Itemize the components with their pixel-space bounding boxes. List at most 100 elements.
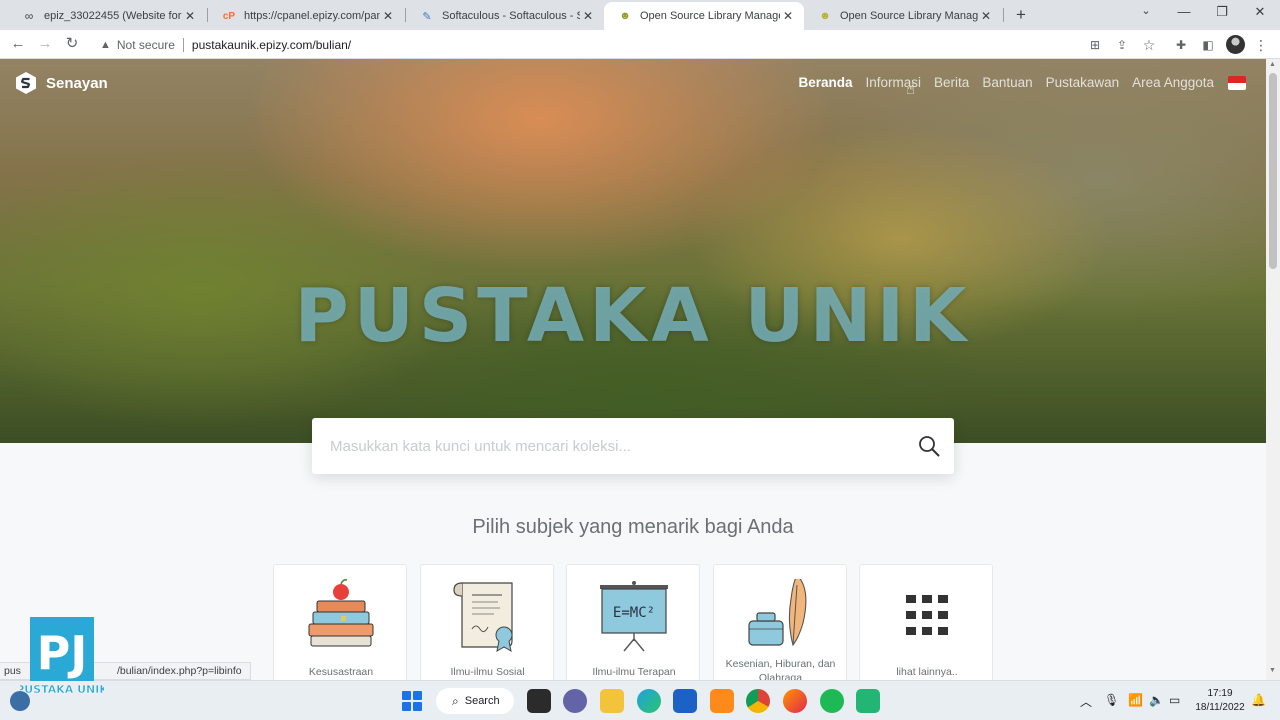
close-tab-icon[interactable]: ✕ [780, 9, 796, 23]
edge-icon[interactable] [637, 689, 661, 713]
scrollbar-thumb[interactable] [1269, 73, 1277, 269]
taskbar-search-label: Search [464, 695, 500, 707]
side-panel-icon[interactable]: ◧ [1199, 36, 1217, 54]
hero-title: PUSTAKA UNIK [294, 273, 972, 359]
minimize-icon[interactable]: — [1172, 4, 1196, 19]
address-bar[interactable]: ▲ Not secure pustakaunik.epizy.com/bulia… [90, 33, 1135, 56]
subject-card-kesenian[interactable]: Kesenian, Hiburan, dan Olahraga [712, 564, 847, 680]
subject-cards: Kesusastraan Ilmu-ilmu Sosial E=MC² Ilmu… [273, 564, 1006, 680]
status-prefix: pus [4, 665, 21, 677]
nav-beranda[interactable]: Beranda [798, 75, 852, 90]
search-icon: ⌕ [452, 693, 459, 708]
scroll-down-icon[interactable]: ▼ [1269, 667, 1276, 674]
tab-strip: ∞ epiz_33022455 (Website for pust ✕ cP h… [0, 0, 1280, 30]
subject-label: Ilmu-ilmu Sosial [450, 666, 525, 678]
notification-icon[interactable]: 🔔 [1251, 693, 1266, 707]
close-tab-icon[interactable]: ✕ [380, 9, 396, 23]
omnibox-divider [182, 37, 184, 52]
tab-search-icon[interactable]: ⌄ [1134, 4, 1158, 17]
url-text[interactable]: pustakaunik.epizy.com/bulian/ [192, 38, 351, 52]
browser-toolbar: ← → ↻ ▲ Not secure pustakaunik.epizy.com… [0, 30, 1280, 59]
clock-date: 18/11/2022 [1195, 702, 1245, 713]
board-text: E=MC² [613, 605, 655, 621]
tab-title: Open Source Library Managemen [640, 10, 780, 22]
subject-label: Ilmu-ilmu Terapan [592, 666, 676, 678]
tab-title: Open Source Library Managemen [840, 10, 978, 22]
chrome-icon[interactable] [746, 689, 770, 713]
pustaka-unik-watermark: PJ PUSTAKA UNIK [20, 617, 104, 696]
file-explorer-icon[interactable] [600, 689, 624, 713]
tab-slims-active[interactable]: ☻ Open Source Library Managemen ✕ [604, 2, 804, 30]
tab-epiz[interactable]: ∞ epiz_33022455 (Website for pust ✕ [8, 2, 206, 30]
clock-time: 17:19 [1207, 688, 1233, 699]
subject-card-more[interactable]: lihat lainnya.. [859, 564, 993, 680]
ink-feather-icon [747, 579, 806, 647]
bookmark-star-icon[interactable]: ☆ [1140, 36, 1158, 54]
page-viewport: Senayan Beranda Informasi Berita Bantuan… [0, 59, 1266, 680]
wifi-icon[interactable]: 📶 [1128, 693, 1143, 707]
extensions-icon[interactable]: ✚ [1172, 36, 1190, 54]
search-input[interactable] [330, 435, 900, 457]
slims-favicon-icon: ☻ [819, 10, 831, 22]
warning-icon[interactable]: ▲ [100, 39, 111, 51]
search-box [312, 418, 954, 474]
battery-icon[interactable]: ▭ [1169, 693, 1180, 707]
subject-card-ilmu-terapan[interactable]: E=MC² Ilmu-ilmu Terapan [566, 564, 700, 680]
firefox-icon[interactable] [783, 689, 807, 713]
subject-label: Kesusastraan [308, 666, 374, 678]
forward-icon[interactable]: → [35, 34, 55, 54]
security-label[interactable]: Not secure [117, 38, 175, 52]
tab-slims[interactable]: ☻ Open Source Library Managemen ✕ [804, 2, 1002, 30]
subject-card-ilmu-sosial[interactable]: Ilmu-ilmu Sosial [419, 564, 554, 680]
tab-cpanel[interactable]: cP https://cpanel.epizy.com/panel/i ✕ [208, 2, 404, 30]
close-tab-icon[interactable]: ✕ [580, 9, 596, 23]
language-flag-icon[interactable] [1228, 75, 1246, 90]
books-apple-icon [308, 579, 374, 647]
nav-bantuan[interactable]: Bantuan [982, 75, 1032, 90]
windows-start-icon[interactable] [402, 691, 422, 711]
nav-area-anggota[interactable]: Area Anggota [1132, 75, 1214, 90]
taskbar-search[interactable]: ⌕ Search [436, 688, 514, 714]
subject-card-kesusastraan[interactable]: Kesusastraan [273, 564, 407, 680]
slims-favicon-icon: ☻ [619, 10, 631, 22]
microphone-icon[interactable]: 🎙 [1104, 693, 1119, 707]
tab-softaculous[interactable]: ✎ Softaculous - Softaculous - SLiM ✕ [406, 2, 604, 30]
volume-icon[interactable]: 🔈 [1149, 693, 1164, 707]
subject-label: lihat lainnya.. [896, 666, 958, 678]
page-scrollbar[interactable]: ▲ ▼ [1266, 59, 1280, 680]
hero-banner: Senayan Beranda Informasi Berita Bantuan… [0, 59, 1266, 443]
senayan-logo-icon[interactable] [14, 71, 38, 95]
certificate-scroll-icon [452, 582, 513, 652]
share-icon[interactable]: ⇪ [1113, 36, 1131, 54]
maximize-icon[interactable]: ❐ [1210, 4, 1234, 20]
screen-recorder-icon[interactable] [856, 689, 880, 713]
spotify-icon[interactable] [820, 689, 844, 713]
system-clock[interactable]: 17:19 18/11/2022 [1194, 687, 1246, 715]
cpanel-icon: cP [222, 10, 236, 22]
new-tab-button[interactable]: + [1011, 5, 1031, 25]
watermark-letters: PJ [37, 626, 88, 680]
store-icon[interactable] [673, 689, 697, 713]
scroll-up-icon[interactable]: ▲ [1269, 61, 1276, 68]
back-icon[interactable]: ← [8, 34, 28, 54]
tray-chevron-icon[interactable]: ︿ [1080, 693, 1092, 710]
close-window-icon[interactable]: ✕ [1248, 4, 1272, 20]
tab-title: Softaculous - Softaculous - SLiM [442, 10, 580, 22]
tab-title: https://cpanel.epizy.com/panel/i [244, 10, 380, 22]
task-view-icon[interactable] [527, 689, 551, 713]
grid-dots-icon [906, 595, 948, 635]
close-tab-icon[interactable]: ✕ [978, 9, 994, 23]
close-tab-icon[interactable]: ✕ [182, 9, 198, 23]
menu-kebab-icon[interactable]: ⋮ [1252, 36, 1270, 54]
nav-berita[interactable]: Berita [934, 75, 969, 90]
brand-name[interactable]: Senayan [46, 75, 108, 92]
translate-icon[interactable]: ⊞ [1086, 36, 1104, 54]
sublime-icon[interactable] [710, 689, 734, 713]
profile-avatar[interactable] [1226, 35, 1245, 54]
reload-icon[interactable]: ↻ [62, 34, 82, 54]
subject-label: Kesenian, Hiburan, dan Olahraga [725, 658, 836, 680]
nav-pustakawan[interactable]: Pustakawan [1046, 75, 1120, 90]
search-icon[interactable] [918, 435, 940, 457]
watermark-text: PUSTAKA UNIK [20, 683, 104, 696]
chat-icon[interactable] [563, 689, 587, 713]
